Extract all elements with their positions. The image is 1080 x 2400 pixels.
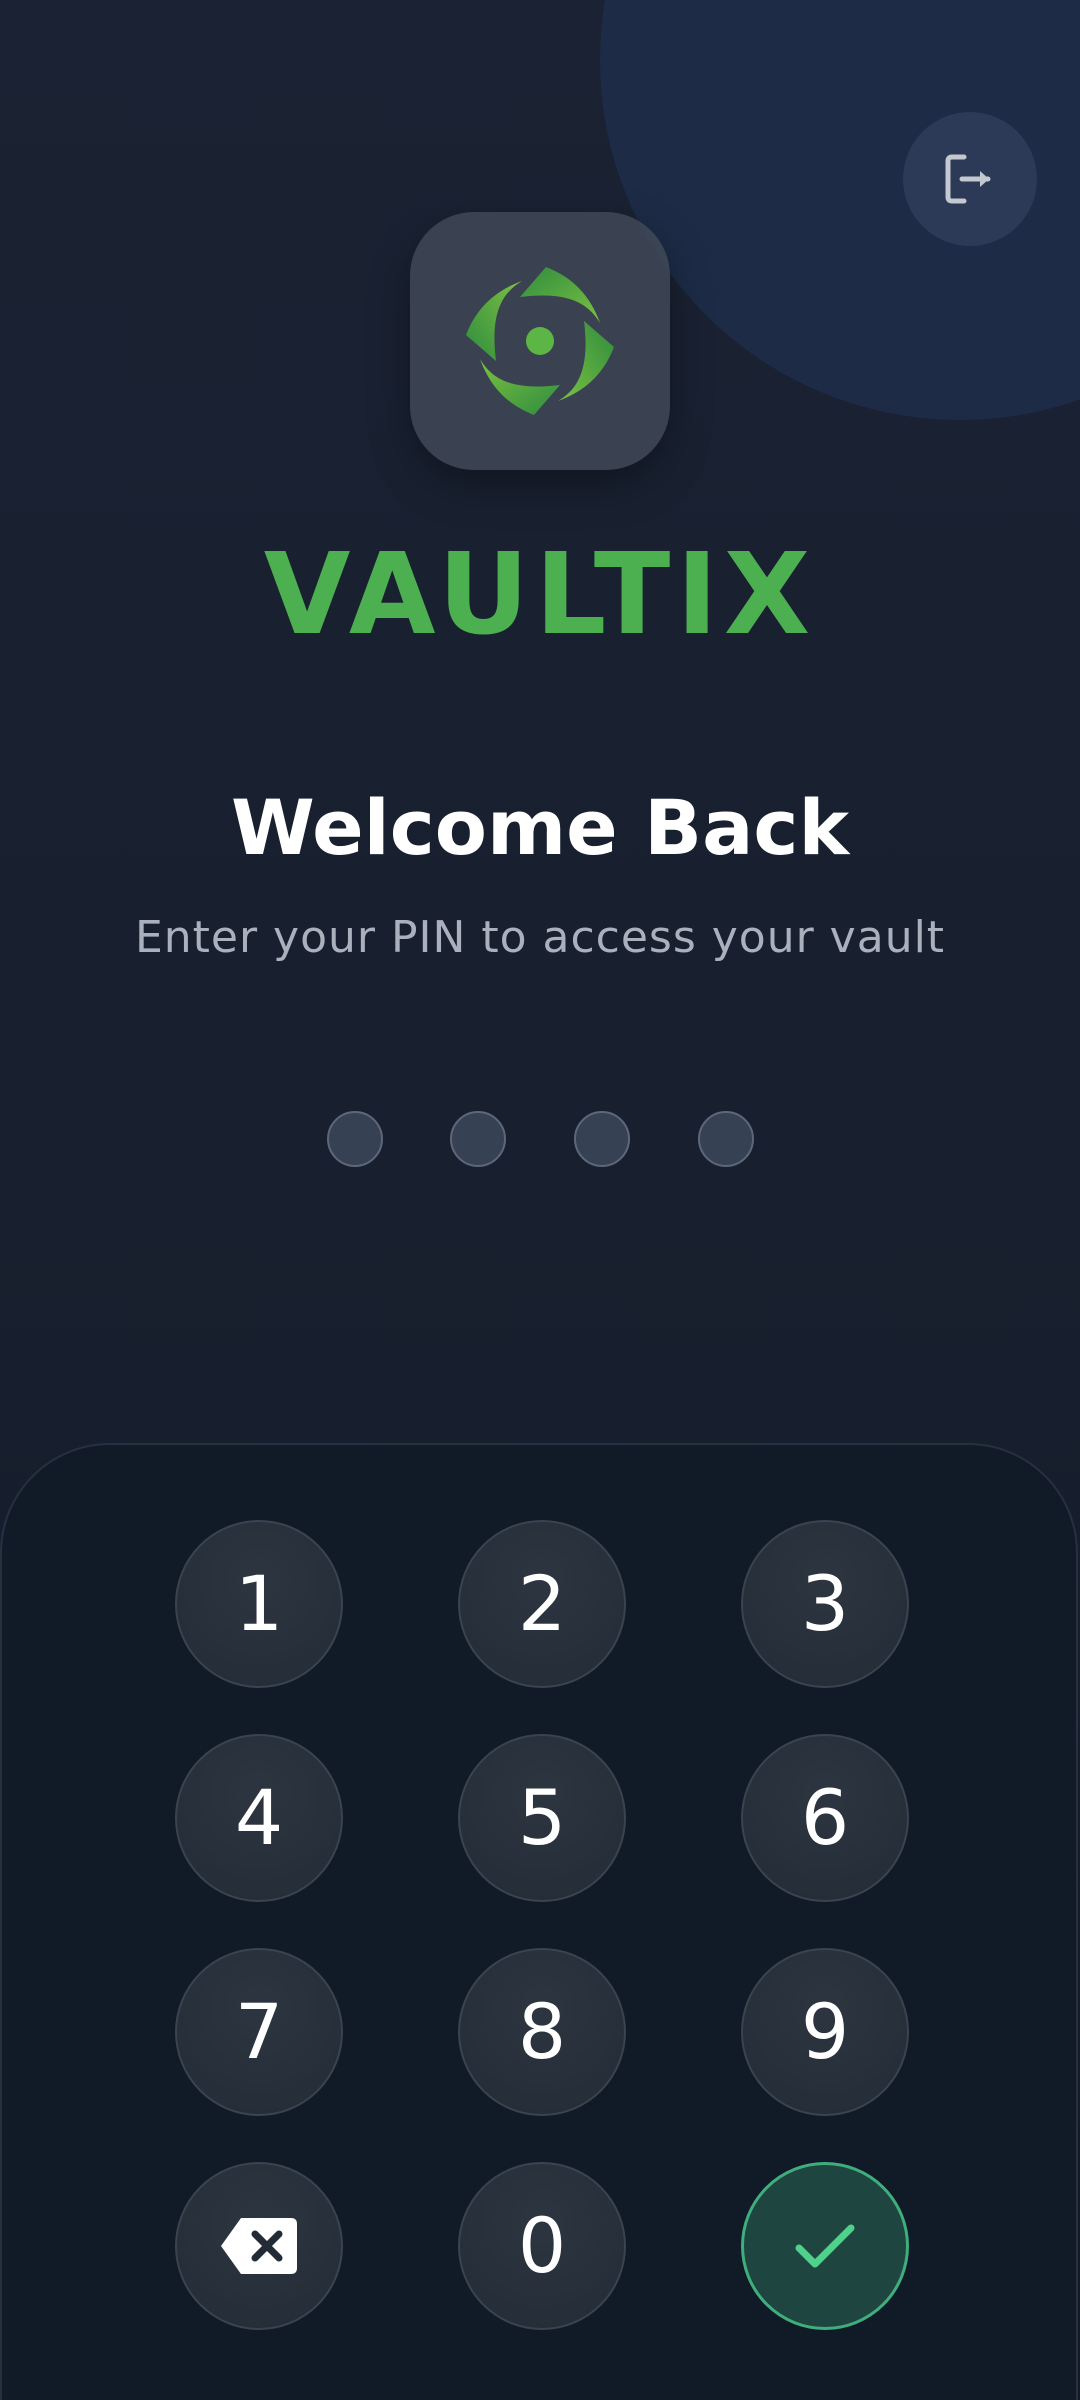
key-0[interactable]: 0 [458, 2162, 626, 2330]
key-4[interactable]: 4 [175, 1734, 343, 1902]
key-7-label: 7 [234, 1987, 284, 2076]
key-8-label: 8 [517, 1987, 567, 2076]
key-2-label: 2 [517, 1559, 567, 1648]
key-5-label: 5 [517, 1773, 567, 1862]
confirm-button[interactable] [741, 2162, 909, 2330]
welcome-title: Welcome Back [231, 783, 849, 872]
key-3-label: 3 [800, 1559, 850, 1648]
key-8[interactable]: 8 [458, 1948, 626, 2116]
pin-dot [698, 1111, 754, 1167]
key-4-label: 4 [234, 1773, 284, 1862]
logout-icon [945, 154, 991, 204]
logout-button[interactable] [903, 112, 1037, 246]
brand-name: VAULTIX [263, 530, 817, 660]
key-0-label: 0 [517, 2201, 567, 2290]
pin-dot [450, 1111, 506, 1167]
backspace-icon [221, 2218, 297, 2274]
key-9[interactable]: 9 [741, 1948, 909, 2116]
key-7[interactable]: 7 [175, 1948, 343, 2116]
key-9-label: 9 [800, 1987, 850, 2076]
pin-dot [574, 1111, 630, 1167]
key-1-label: 1 [234, 1559, 284, 1648]
key-6-label: 6 [800, 1773, 850, 1862]
vaultix-logo-icon [466, 267, 614, 415]
lock-screen: VAULTIX Welcome Back Enter your PIN to a… [0, 0, 1080, 2400]
key-1[interactable]: 1 [175, 1520, 343, 1688]
key-5[interactable]: 5 [458, 1734, 626, 1902]
pin-indicator [0, 1111, 1080, 1167]
key-2[interactable]: 2 [458, 1520, 626, 1688]
app-logo [410, 212, 670, 470]
key-3[interactable]: 3 [741, 1520, 909, 1688]
check-icon [795, 2224, 855, 2268]
pin-dot [327, 1111, 383, 1167]
pin-instructions: Enter your PIN to access your vault [134, 912, 946, 963]
backspace-button[interactable] [175, 2162, 343, 2330]
keypad-panel: 1 2 3 4 5 6 7 8 9 0 [0, 1443, 1078, 2400]
key-6[interactable]: 6 [741, 1734, 909, 1902]
